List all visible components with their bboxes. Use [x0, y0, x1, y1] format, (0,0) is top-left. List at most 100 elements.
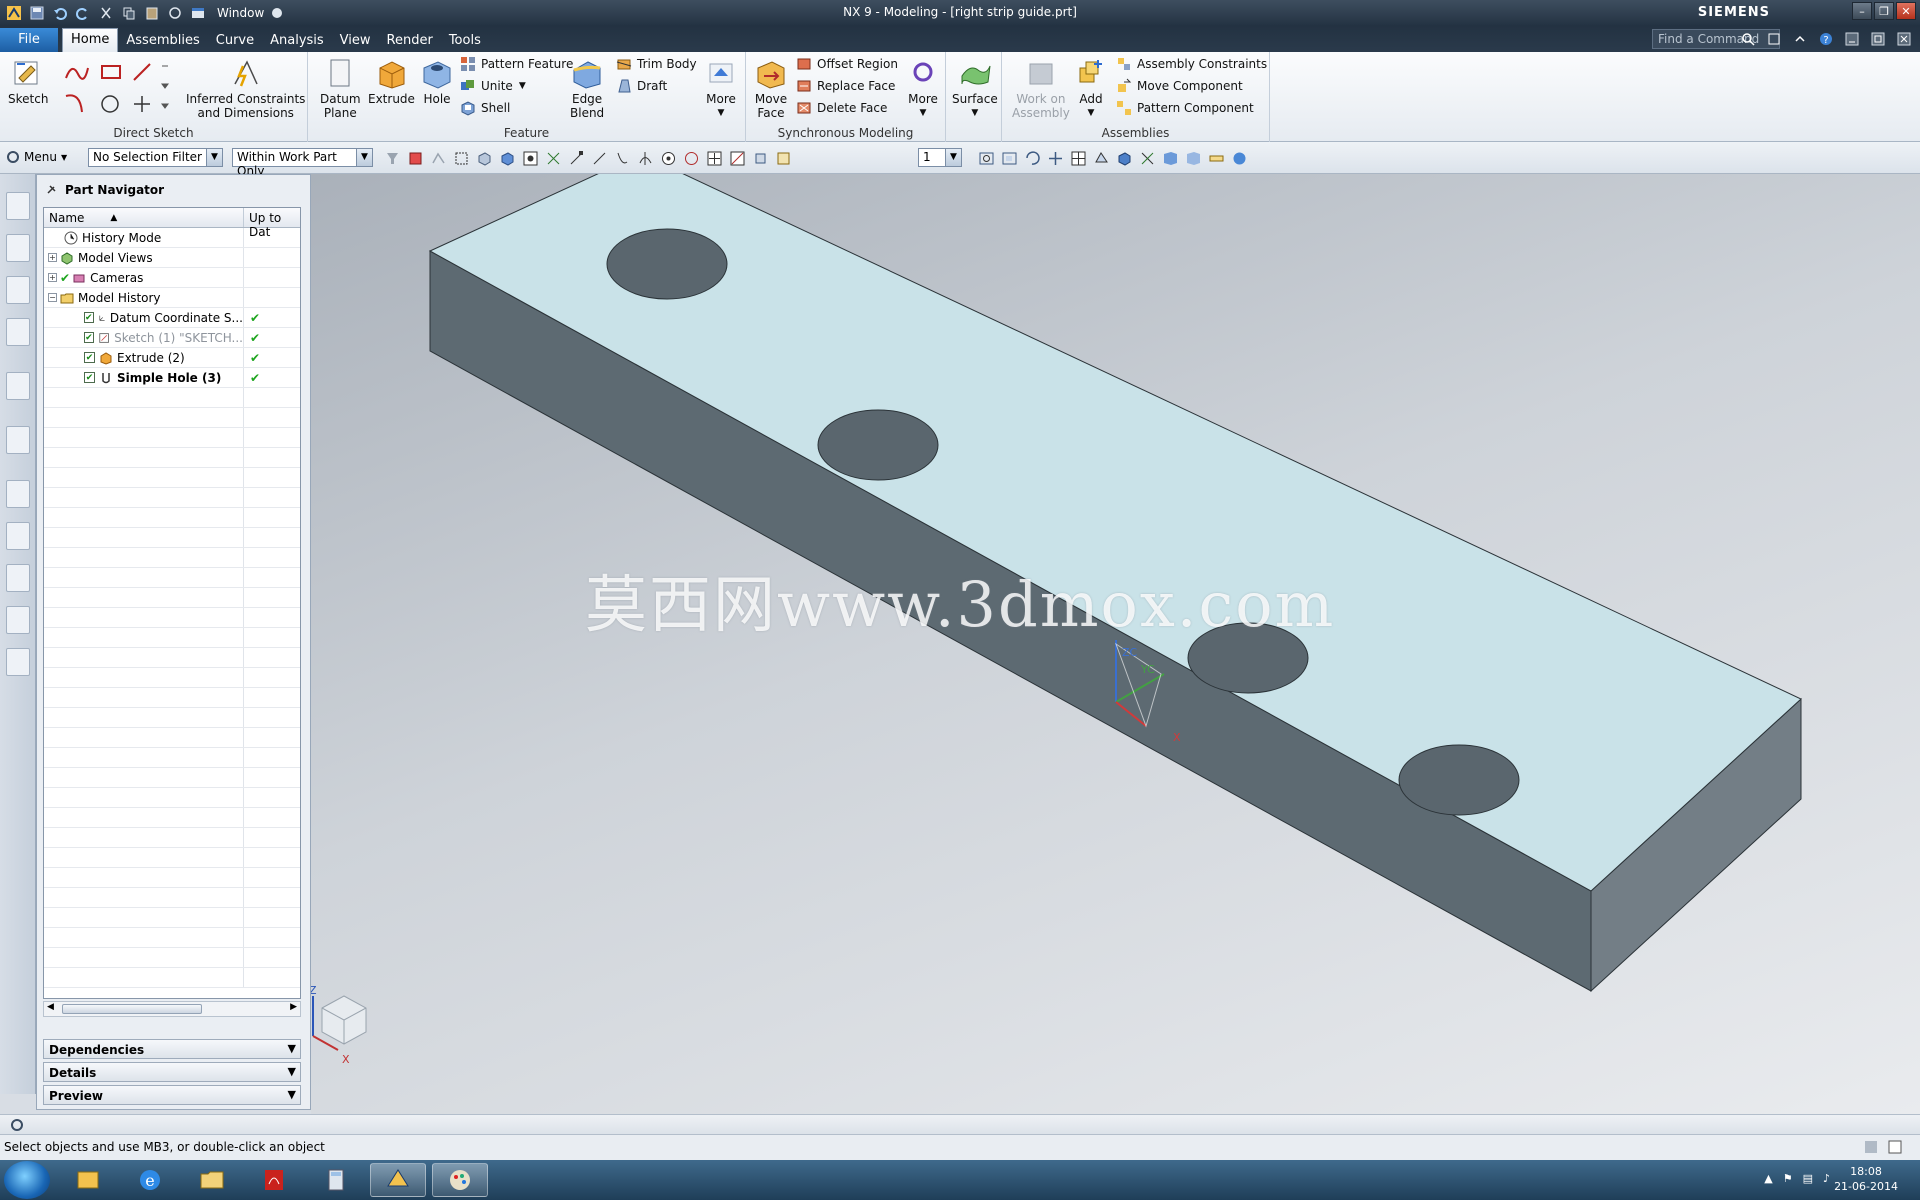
- panel-details[interactable]: Details ▼: [43, 1062, 301, 1082]
- draft-button[interactable]: Draft: [616, 76, 667, 96]
- tree-row-history-mode[interactable]: History Mode: [44, 228, 300, 248]
- fit-icon[interactable]: [978, 150, 995, 167]
- pan-icon[interactable]: [1047, 150, 1064, 167]
- rectangle-select-icon[interactable]: [453, 150, 470, 167]
- minimize-button[interactable]: –: [1852, 2, 1872, 20]
- ie-app-icon[interactable]: e: [122, 1163, 178, 1197]
- wcs-icon[interactable]: [1231, 150, 1248, 167]
- column-up-to-date[interactable]: Up to Dat: [244, 208, 300, 239]
- collapse-icon[interactable]: −: [48, 293, 57, 302]
- acrobat-app-icon[interactable]: [246, 1163, 302, 1197]
- unite-button[interactable]: Unite ▼: [460, 76, 526, 96]
- show-hidden-icon[interactable]: ▲: [1764, 1172, 1772, 1185]
- tab-render[interactable]: Render: [379, 30, 441, 52]
- assembly-constraints-button[interactable]: Assembly Constraints: [1116, 54, 1267, 74]
- part-navigator-tree[interactable]: Name ▲ Up to Dat History Mode + Model Vie…: [43, 207, 301, 999]
- system-scenes-tab[interactable]: [6, 648, 30, 676]
- tree-row-simple-hole[interactable]: ✔ Simple Hole (3) ✔: [44, 368, 300, 388]
- measure-icon[interactable]: [1208, 150, 1225, 167]
- close-button[interactable]: ✕: [1896, 2, 1916, 20]
- sketch-curve-tools[interactable]: [62, 60, 172, 116]
- inferred-constraints-button[interactable]: Inferred Constraints and Dimensions: [186, 56, 305, 120]
- clock[interactable]: 18:08 21-06-2014: [1834, 1164, 1898, 1194]
- edge-blend-button[interactable]: Edge Blend: [570, 56, 604, 120]
- network-icon[interactable]: ▤: [1803, 1172, 1813, 1185]
- filter-icon[interactable]: [384, 150, 401, 167]
- feature-checkbox[interactable]: ✔: [84, 312, 94, 323]
- reuse-library-tab[interactable]: [6, 318, 30, 346]
- select-all-icon[interactable]: [407, 150, 424, 167]
- assembly-navigator-tab[interactable]: [6, 192, 30, 220]
- surface-button[interactable]: Surface ▼: [952, 56, 998, 120]
- tab-home[interactable]: Home: [62, 28, 119, 52]
- view-cube-icon[interactable]: [1116, 150, 1133, 167]
- tree-row-cameras[interactable]: + ✔ Cameras: [44, 268, 300, 288]
- selection-scope-dropdown[interactable]: Within Work Part Only ▼: [232, 148, 373, 178]
- sync-more-button[interactable]: More ▼: [906, 56, 940, 120]
- face-select-icon[interactable]: [499, 150, 516, 167]
- process-studio-tab[interactable]: [6, 522, 30, 550]
- cue-options-icon[interactable]: [10, 1118, 24, 1132]
- tree-row-model-history[interactable]: − Model History: [44, 288, 300, 308]
- snap-grid-icon[interactable]: [545, 150, 562, 167]
- history-tab[interactable]: [6, 480, 30, 508]
- nx-app-icon[interactable]: [370, 1163, 426, 1197]
- hd3d-tools-tab[interactable]: [6, 372, 30, 400]
- replace-face-button[interactable]: Replace Face: [796, 76, 895, 96]
- calculator-app-icon[interactable]: [308, 1163, 364, 1197]
- arc-center-icon[interactable]: [660, 150, 677, 167]
- tab-analysis[interactable]: Analysis: [262, 30, 332, 52]
- offset-region-button[interactable]: Offset Region: [796, 54, 898, 74]
- tree-row-sketch[interactable]: ✔ Sketch (1) "SKETCH... ✔: [44, 328, 300, 348]
- work-view-icon[interactable]: [1185, 150, 1202, 167]
- feature-checkbox[interactable]: ✔: [84, 372, 95, 383]
- move-component-button[interactable]: Move Component: [1116, 76, 1243, 96]
- quadrant-icon[interactable]: [683, 150, 700, 167]
- hole-button[interactable]: Hole: [420, 56, 454, 106]
- pin-icon[interactable]: [45, 184, 57, 196]
- tab-tools[interactable]: Tools: [441, 30, 489, 52]
- feature-more-button[interactable]: More ▼: [704, 56, 738, 120]
- tree-row-datum-csys[interactable]: ✔ Datum Coordinate S... ✔: [44, 308, 300, 328]
- panel-dependencies[interactable]: Dependencies ▼: [43, 1039, 301, 1059]
- palette-tab[interactable]: [6, 564, 30, 592]
- delete-face-button[interactable]: Delete Face: [796, 98, 887, 118]
- snap-enable-icon[interactable]: [522, 150, 539, 167]
- menu-button[interactable]: Menu ▼: [6, 150, 67, 164]
- add-component-button[interactable]: Add ▼: [1074, 56, 1108, 120]
- clip-section-icon[interactable]: [1162, 150, 1179, 167]
- folder-app-icon[interactable]: [184, 1163, 240, 1197]
- help-icon[interactable]: ?: [1816, 30, 1836, 48]
- expand-icon[interactable]: +: [48, 273, 57, 282]
- doc-close-icon[interactable]: [1894, 30, 1914, 48]
- datum-plane-button[interactable]: Datum Plane: [320, 56, 361, 120]
- fit-window-icon[interactable]: [1764, 30, 1784, 48]
- full-screen-icon[interactable]: [1864, 1140, 1878, 1154]
- web-browser-tab[interactable]: [6, 426, 30, 454]
- collapse-ribbon-icon[interactable]: [1790, 30, 1810, 48]
- move-face-button[interactable]: Move Face: [754, 56, 788, 120]
- expand-icon[interactable]: +: [48, 253, 57, 262]
- window-layout-icon[interactable]: [1888, 1140, 1902, 1154]
- trim-body-button[interactable]: Trim Body: [616, 54, 697, 74]
- extrude-button[interactable]: Extrude: [368, 56, 415, 106]
- panel-preview[interactable]: Preview ▼: [43, 1085, 301, 1105]
- tab-file[interactable]: File: [0, 28, 58, 52]
- sketch-button[interactable]: Sketch: [8, 56, 48, 106]
- constraint-navigator-tab[interactable]: [6, 234, 30, 262]
- explorer-app-icon[interactable]: [60, 1163, 116, 1197]
- model-view[interactable]: ZC YC X Z X: [311, 174, 1920, 1114]
- doc-minimize-icon[interactable]: [1842, 30, 1862, 48]
- body-select-icon[interactable]: [476, 150, 493, 167]
- start-button[interactable]: [4, 1161, 50, 1199]
- volume-icon[interactable]: ♪: [1823, 1172, 1830, 1185]
- tab-assemblies[interactable]: Assemblies: [118, 30, 207, 52]
- tab-curve[interactable]: Curve: [208, 30, 262, 52]
- pattern-feature-button[interactable]: Pattern Feature: [460, 54, 573, 74]
- pattern-component-button[interactable]: Pattern Component: [1116, 98, 1254, 118]
- zoom-icon[interactable]: [1001, 150, 1018, 167]
- tree-row-model-views[interactable]: + Model Views: [44, 248, 300, 268]
- endpoint-icon[interactable]: [568, 150, 585, 167]
- scrollbar-thumb[interactable]: [62, 1004, 202, 1014]
- paint-app-icon[interactable]: [432, 1163, 488, 1197]
